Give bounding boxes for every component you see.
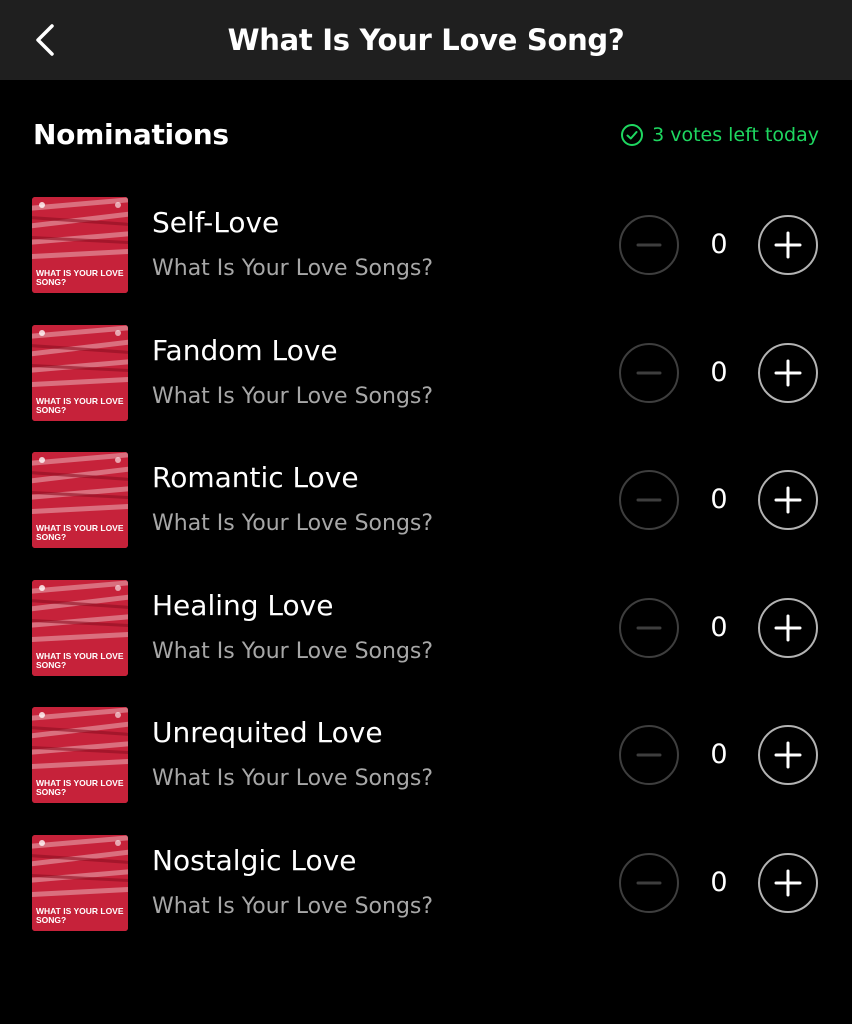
- votes-left-indicator: 3 votes left today: [620, 120, 819, 150]
- plus-icon: [774, 869, 802, 896]
- cover-art: WHAT IS YOUR LOVE SONG?: [32, 197, 128, 293]
- vote-count: 0: [710, 356, 728, 388]
- increase-vote-button[interactable]: [758, 597, 818, 658]
- nomination-row: WHAT IS YOUR LOVE SONG? Healing Love Wha…: [0, 576, 852, 704]
- nomination-subtitle: What Is Your Love Songs?: [152, 766, 434, 791]
- cover-art: WHAT IS YOUR LOVE SONG?: [32, 579, 128, 676]
- cover-art-text: WHAT IS YOUR LOVE SONG?: [36, 395, 124, 415]
- increase-vote-button[interactable]: [758, 342, 818, 403]
- decrease-vote-button[interactable]: [619, 470, 679, 530]
- page-title: What Is Your Love Song?: [227, 23, 625, 57]
- nomination-subtitle: What Is Your Love Songs?: [152, 383, 434, 409]
- nomination-name: Romantic Love: [152, 461, 359, 494]
- cover-art: WHAT IS YOUR LOVE SONG?: [32, 834, 128, 931]
- nomination-row: WHAT IS YOUR LOVE SONG? Self-Love What I…: [0, 193, 852, 321]
- nomination-row: WHAT IS YOUR LOVE SONG? Fandom Love What…: [0, 321, 852, 449]
- minus-icon: [636, 626, 662, 629]
- nomination-name: Healing Love: [152, 588, 334, 622]
- nomination-subtitle: What Is Your Love Songs?: [152, 511, 434, 536]
- minus-icon: [636, 753, 662, 757]
- nomination-list: WHAT IS YOUR LOVE SONG? Self-Love What I…: [0, 193, 852, 958]
- header-bar: What Is Your Love Song?: [0, 0, 852, 80]
- increase-vote-button[interactable]: [758, 725, 818, 785]
- nomination-name: Self-Love: [152, 206, 280, 239]
- cover-art-text: WHAT IS YOUR LOVE SONG?: [36, 650, 124, 670]
- minus-icon: [636, 498, 662, 502]
- nomination-subtitle: What Is Your Love Songs?: [152, 638, 434, 664]
- nomination-subtitle: What Is Your Love Songs?: [152, 256, 434, 281]
- plus-icon: [774, 614, 802, 641]
- vote-count: 0: [710, 739, 728, 770]
- cover-art-text: WHAT IS YOUR LOVE SONG?: [36, 523, 124, 542]
- decrease-vote-button[interactable]: [619, 852, 679, 913]
- nomination-subtitle: What Is Your Love Songs?: [152, 893, 434, 919]
- plus-icon: [774, 359, 802, 386]
- plus-icon: [774, 741, 802, 769]
- vote-count: 0: [710, 866, 728, 898]
- cover-art-text: WHAT IS YOUR LOVE SONG?: [36, 268, 124, 287]
- vote-count: 0: [710, 484, 728, 515]
- nomination-name: Nostalgic Love: [152, 843, 357, 877]
- nomination-name: Fandom Love: [152, 333, 338, 367]
- increase-vote-button[interactable]: [758, 852, 818, 913]
- section-title: Nominations: [33, 118, 229, 151]
- nomination-row: WHAT IS YOUR LOVE SONG? Unrequited Love …: [0, 703, 852, 831]
- cover-art-text: WHAT IS YOUR LOVE SONG?: [36, 905, 124, 925]
- decrease-vote-button[interactable]: [619, 342, 679, 403]
- check-circle-icon: [621, 124, 644, 146]
- nomination-name: Unrequited Love: [152, 716, 383, 749]
- votes-left-text: 3 votes left today: [652, 124, 819, 146]
- minus-icon: [636, 881, 662, 884]
- increase-vote-button[interactable]: [758, 470, 818, 530]
- decrease-vote-button[interactable]: [619, 215, 679, 275]
- cover-art: WHAT IS YOUR LOVE SONG?: [32, 452, 128, 548]
- minus-icon: [636, 243, 662, 247]
- cover-art-text: WHAT IS YOUR LOVE SONG?: [36, 778, 124, 797]
- increase-vote-button[interactable]: [758, 215, 818, 275]
- plus-icon: [774, 231, 802, 259]
- minus-icon: [636, 371, 662, 374]
- decrease-vote-button[interactable]: [619, 597, 679, 658]
- nomination-row: WHAT IS YOUR LOVE SONG? Nostalgic Love W…: [0, 831, 852, 959]
- nomination-row: WHAT IS YOUR LOVE SONG? Romantic Love Wh…: [0, 448, 852, 576]
- plus-icon: [774, 486, 802, 514]
- vote-count: 0: [710, 229, 728, 260]
- cover-art: WHAT IS YOUR LOVE SONG?: [32, 707, 128, 803]
- decrease-vote-button[interactable]: [619, 725, 679, 785]
- cover-art: WHAT IS YOUR LOVE SONG?: [32, 324, 128, 421]
- vote-count: 0: [710, 611, 728, 643]
